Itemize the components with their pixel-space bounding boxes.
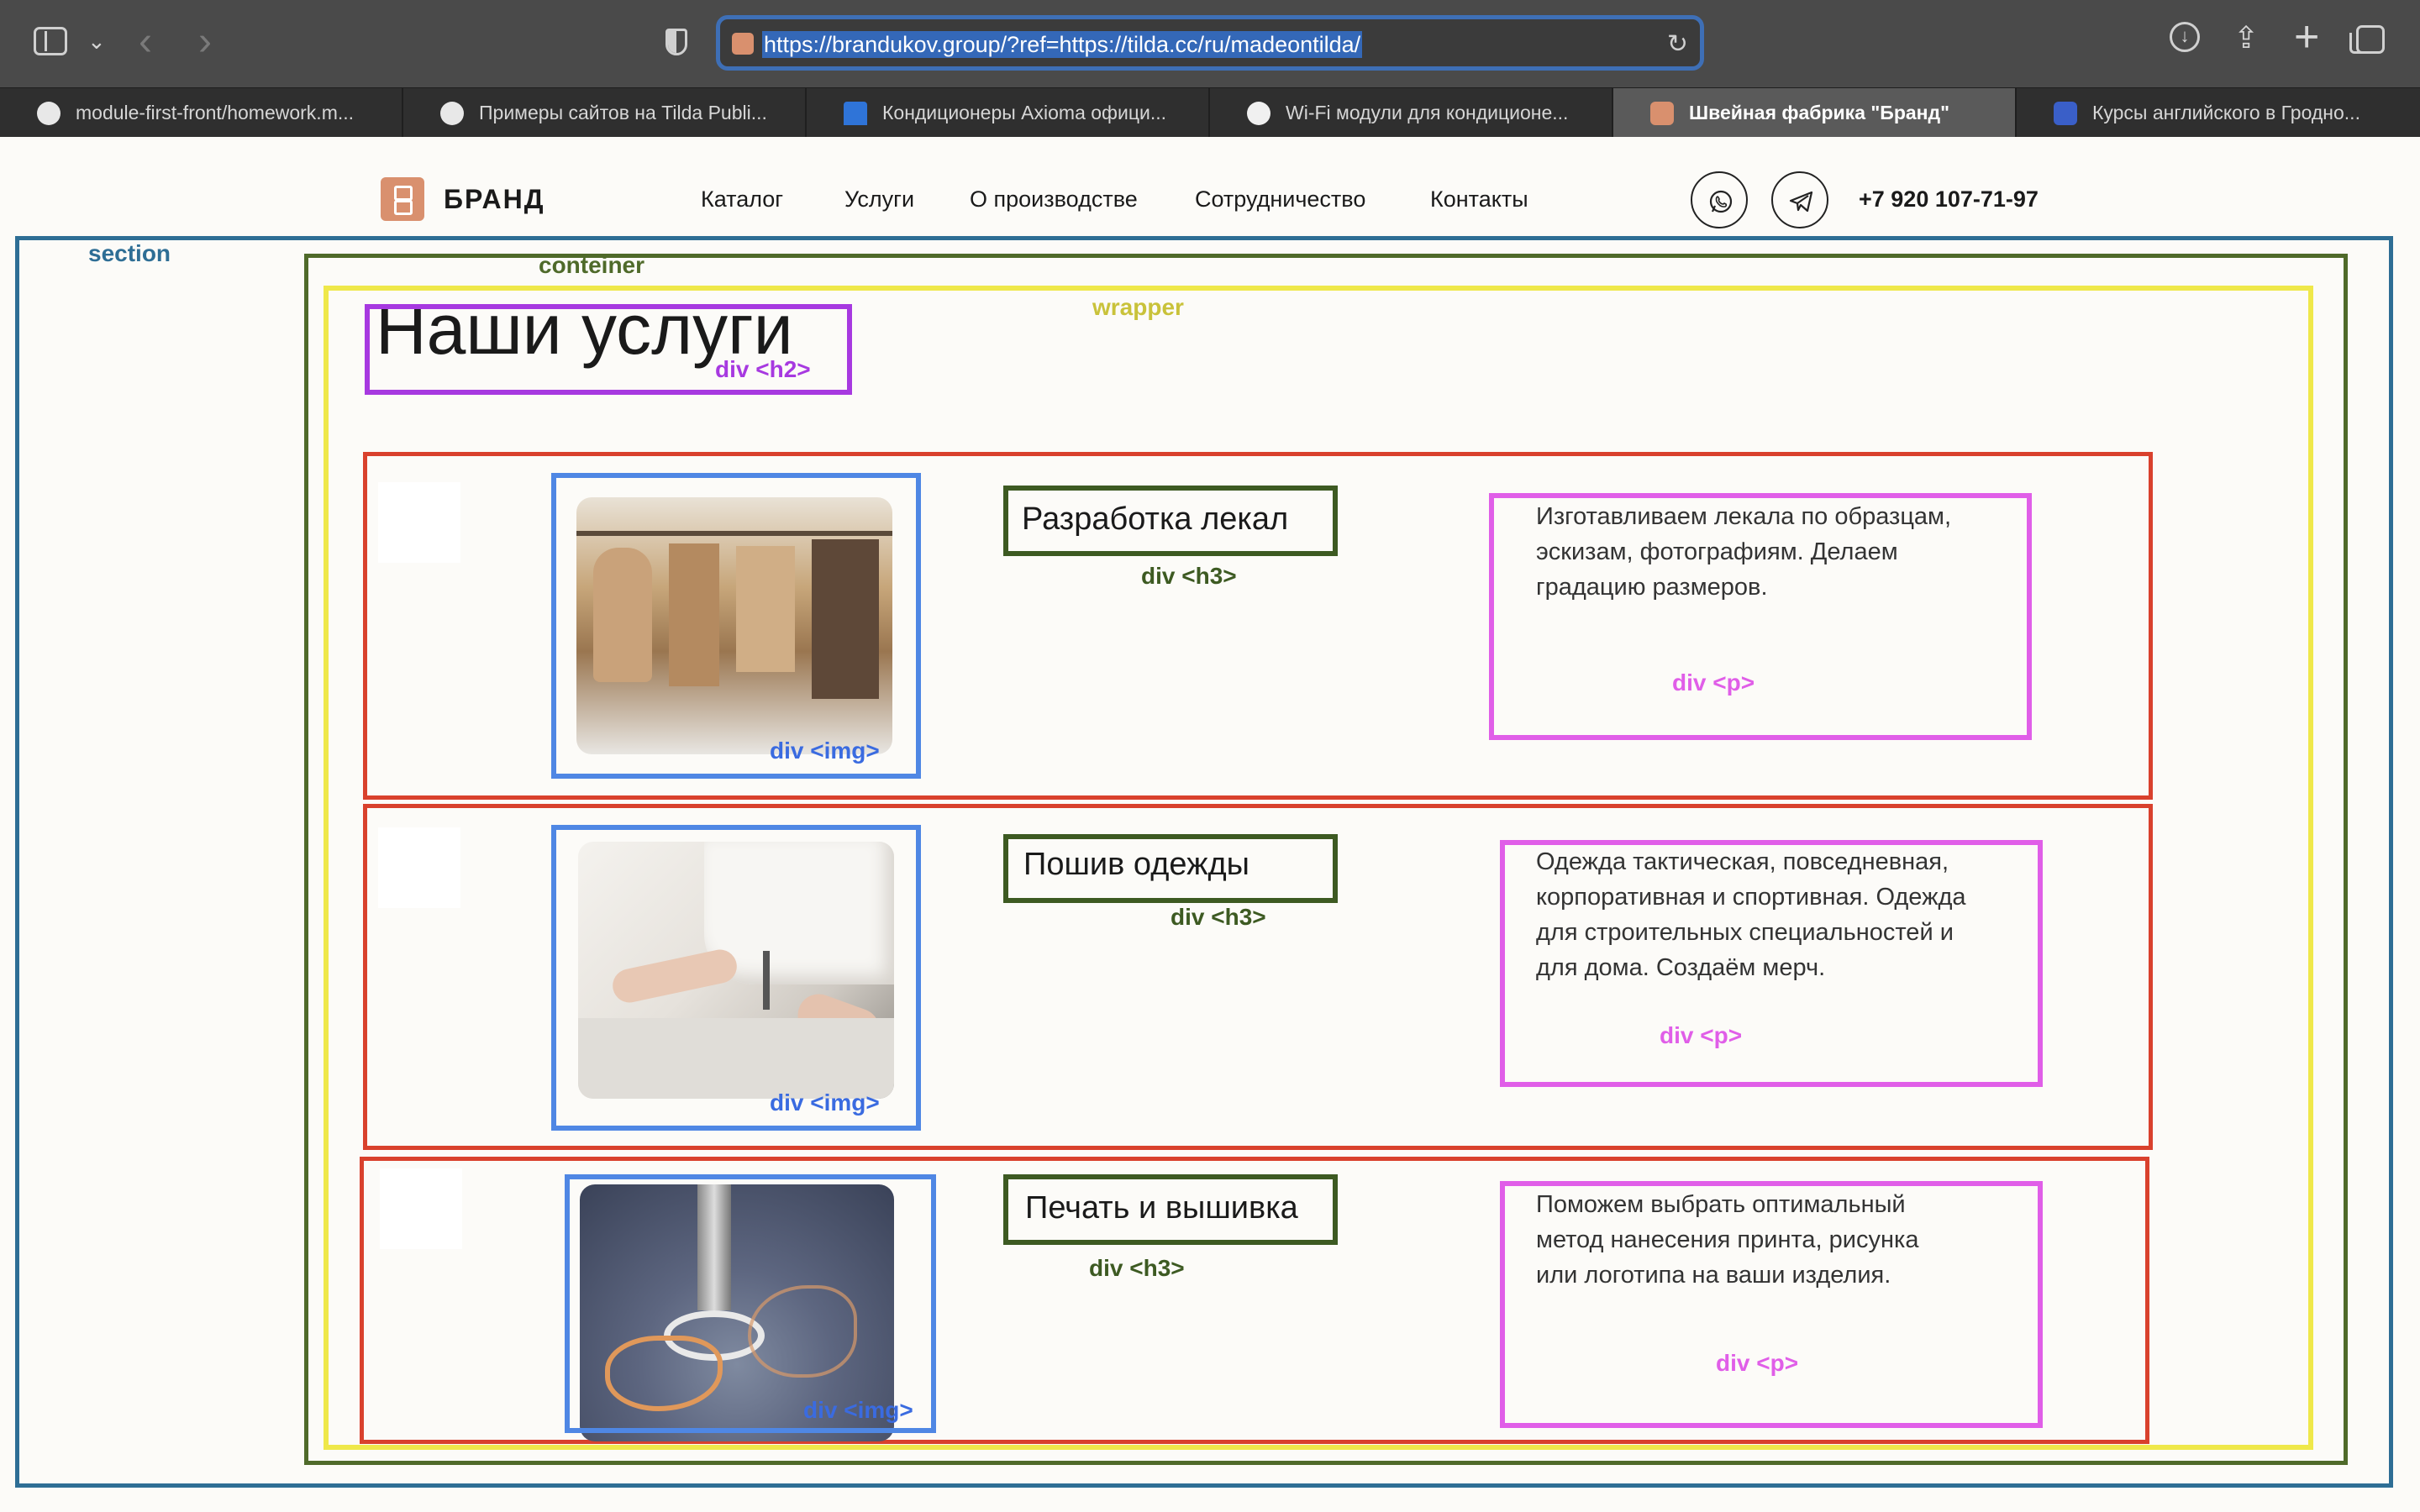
forward-arrow-icon[interactable]: ›	[198, 18, 212, 65]
img-label: div <img>	[770, 738, 880, 764]
sewing-photo-image	[578, 842, 894, 1099]
brand-logo-icon[interactable]	[381, 177, 424, 221]
site-favicon-icon	[732, 33, 754, 55]
browser-tab[interactable]: Примеры сайтов на Tilda Publi...	[403, 88, 807, 137]
tab-label: Примеры сайтов на Tilda Publi...	[479, 102, 767, 123]
browser-tab-active[interactable]: Швейная фабрика "Бранд"	[1613, 88, 2017, 137]
phone-number[interactable]: +7 920 107-71-97	[1859, 186, 2039, 213]
description-line: метод нанесения принта, рисунка	[1536, 1226, 1919, 1253]
needle	[763, 951, 770, 1010]
service-description: Изготавливаем лекала по образцам, эскиза…	[1536, 499, 1951, 605]
img-label: div <img>	[803, 1397, 913, 1423]
brand-logo-text[interactable]: БРАНД	[444, 184, 545, 215]
hand	[609, 946, 740, 1006]
tab-label: Швейная фабрика "Бранд"	[1689, 102, 1950, 123]
icon-placeholder	[378, 482, 460, 563]
nav-catalog[interactable]: Каталог	[701, 186, 783, 213]
whatsapp-button[interactable]	[1691, 171, 1748, 228]
hanger-rail	[576, 531, 892, 536]
h3-label: div <h3>	[1089, 1255, 1185, 1281]
nav-contacts[interactable]: Контакты	[1430, 186, 1528, 213]
privacy-shield-icon[interactable]	[666, 29, 687, 55]
service-title: Печать и вышивка	[1025, 1190, 1298, 1226]
pattern-piece	[593, 548, 652, 682]
wrapper-label: wrapper	[1092, 294, 1184, 320]
url-text[interactable]: https://brandukov.group/?ref=https://til…	[762, 31, 1363, 58]
github-icon	[37, 102, 60, 125]
nav-production[interactable]: О производстве	[970, 186, 1138, 213]
axioma-icon	[844, 102, 867, 125]
telegram-button[interactable]	[1771, 171, 1828, 228]
icon-placeholder	[378, 827, 460, 908]
image-outline	[565, 1174, 936, 1433]
pattern-piece	[669, 543, 719, 686]
tab-label: module-first-front/homework.m...	[76, 102, 355, 123]
browser-tab[interactable]: Wi-Fi модули для кондиционе...	[1210, 88, 1613, 137]
browser-tab[interactable]: Кондиционеры Axioma офици...	[807, 88, 1210, 137]
sidebar-toggle-icon[interactable]	[34, 27, 67, 55]
img-label: div <img>	[770, 1089, 880, 1116]
new-tab-icon[interactable]: +	[2294, 12, 2319, 62]
tab-overview-icon[interactable]	[2349, 25, 2385, 54]
p-label: div <p>	[1660, 1022, 1743, 1048]
tilda-icon	[440, 102, 464, 125]
service-title: Пошив одежды	[1023, 847, 1249, 882]
description-line: для дома. Создаём мерч.	[1536, 954, 1826, 981]
service-title: Разработка лекал	[1022, 501, 1289, 537]
back-arrow-icon[interactable]: ‹	[139, 18, 152, 65]
download-icon[interactable]: ↓	[2170, 22, 2200, 52]
share-icon[interactable]: ⇪	[2233, 20, 2259, 55]
brand-favicon-icon	[1650, 102, 1674, 125]
container-label: conteiner	[539, 252, 645, 278]
description-line: корпоративная и спортивная. Одежда	[1536, 884, 1966, 911]
description-line: или логотипа на ваши изделия.	[1536, 1262, 1891, 1289]
h2-label: div <h2>	[715, 356, 811, 382]
description-line: Одежда тактическая, повседневная,	[1536, 848, 1949, 875]
icon-placeholder	[380, 1168, 462, 1249]
description-line: Поможем выбрать оптимальный	[1536, 1191, 1906, 1218]
browser-tab[interactable]: module-first-front/homework.m...	[0, 88, 403, 137]
description-line: Изготавливаем лекала по образцам,	[1536, 503, 1952, 530]
tab-label: Кондиционеры Axioma офици...	[882, 102, 1167, 123]
description-line: для строительных специальностей и	[1536, 919, 1954, 946]
pattern-piece	[736, 546, 795, 672]
h3-label: div <h3>	[1171, 904, 1266, 930]
service-description: Одежда тактическая, повседневная, корпор…	[1536, 844, 1966, 985]
description-line: эскизам, фотографиям. Делаем	[1536, 538, 1898, 565]
address-bar[interactable]: https://brandukov.group/?ref=https://til…	[716, 15, 1704, 71]
tab-label: Wi-Fi модули для кондиционе...	[1286, 102, 1569, 123]
telegram-icon	[1789, 191, 1813, 213]
pattern-photo-image	[576, 497, 892, 754]
browser-tab[interactable]: Курсы английского в Гродно...	[2017, 88, 2420, 137]
reload-icon[interactable]: ↻	[1667, 29, 1688, 59]
courses-icon	[2054, 102, 2077, 125]
p-label: div <p>	[1716, 1350, 1799, 1376]
chevron-down-icon[interactable]: ⌄	[87, 29, 106, 55]
whatsapp-icon	[1709, 190, 1733, 213]
service-description: Поможем выбрать оптимальный метод нанесе…	[1536, 1187, 1918, 1293]
nav-cooperation[interactable]: Сотрудничество	[1195, 186, 1365, 213]
tab-label: Курсы английского в Гродно...	[2092, 102, 2360, 123]
section-label: section	[88, 240, 171, 266]
nav-services[interactable]: Услуги	[844, 186, 914, 213]
p-label: div <p>	[1672, 669, 1755, 696]
clothes-on-rack	[812, 539, 879, 699]
h3-label: div <h3>	[1141, 563, 1237, 589]
machine-bed	[578, 1018, 894, 1099]
wifi-module-icon	[1247, 102, 1270, 125]
description-line: градацию размеров.	[1536, 574, 1768, 601]
browser-titlebar: ⌄ ‹ › https://brandukov.group/?ref=https…	[0, 0, 2420, 87]
tab-strip: module-first-front/homework.m... Примеры…	[0, 87, 2420, 137]
